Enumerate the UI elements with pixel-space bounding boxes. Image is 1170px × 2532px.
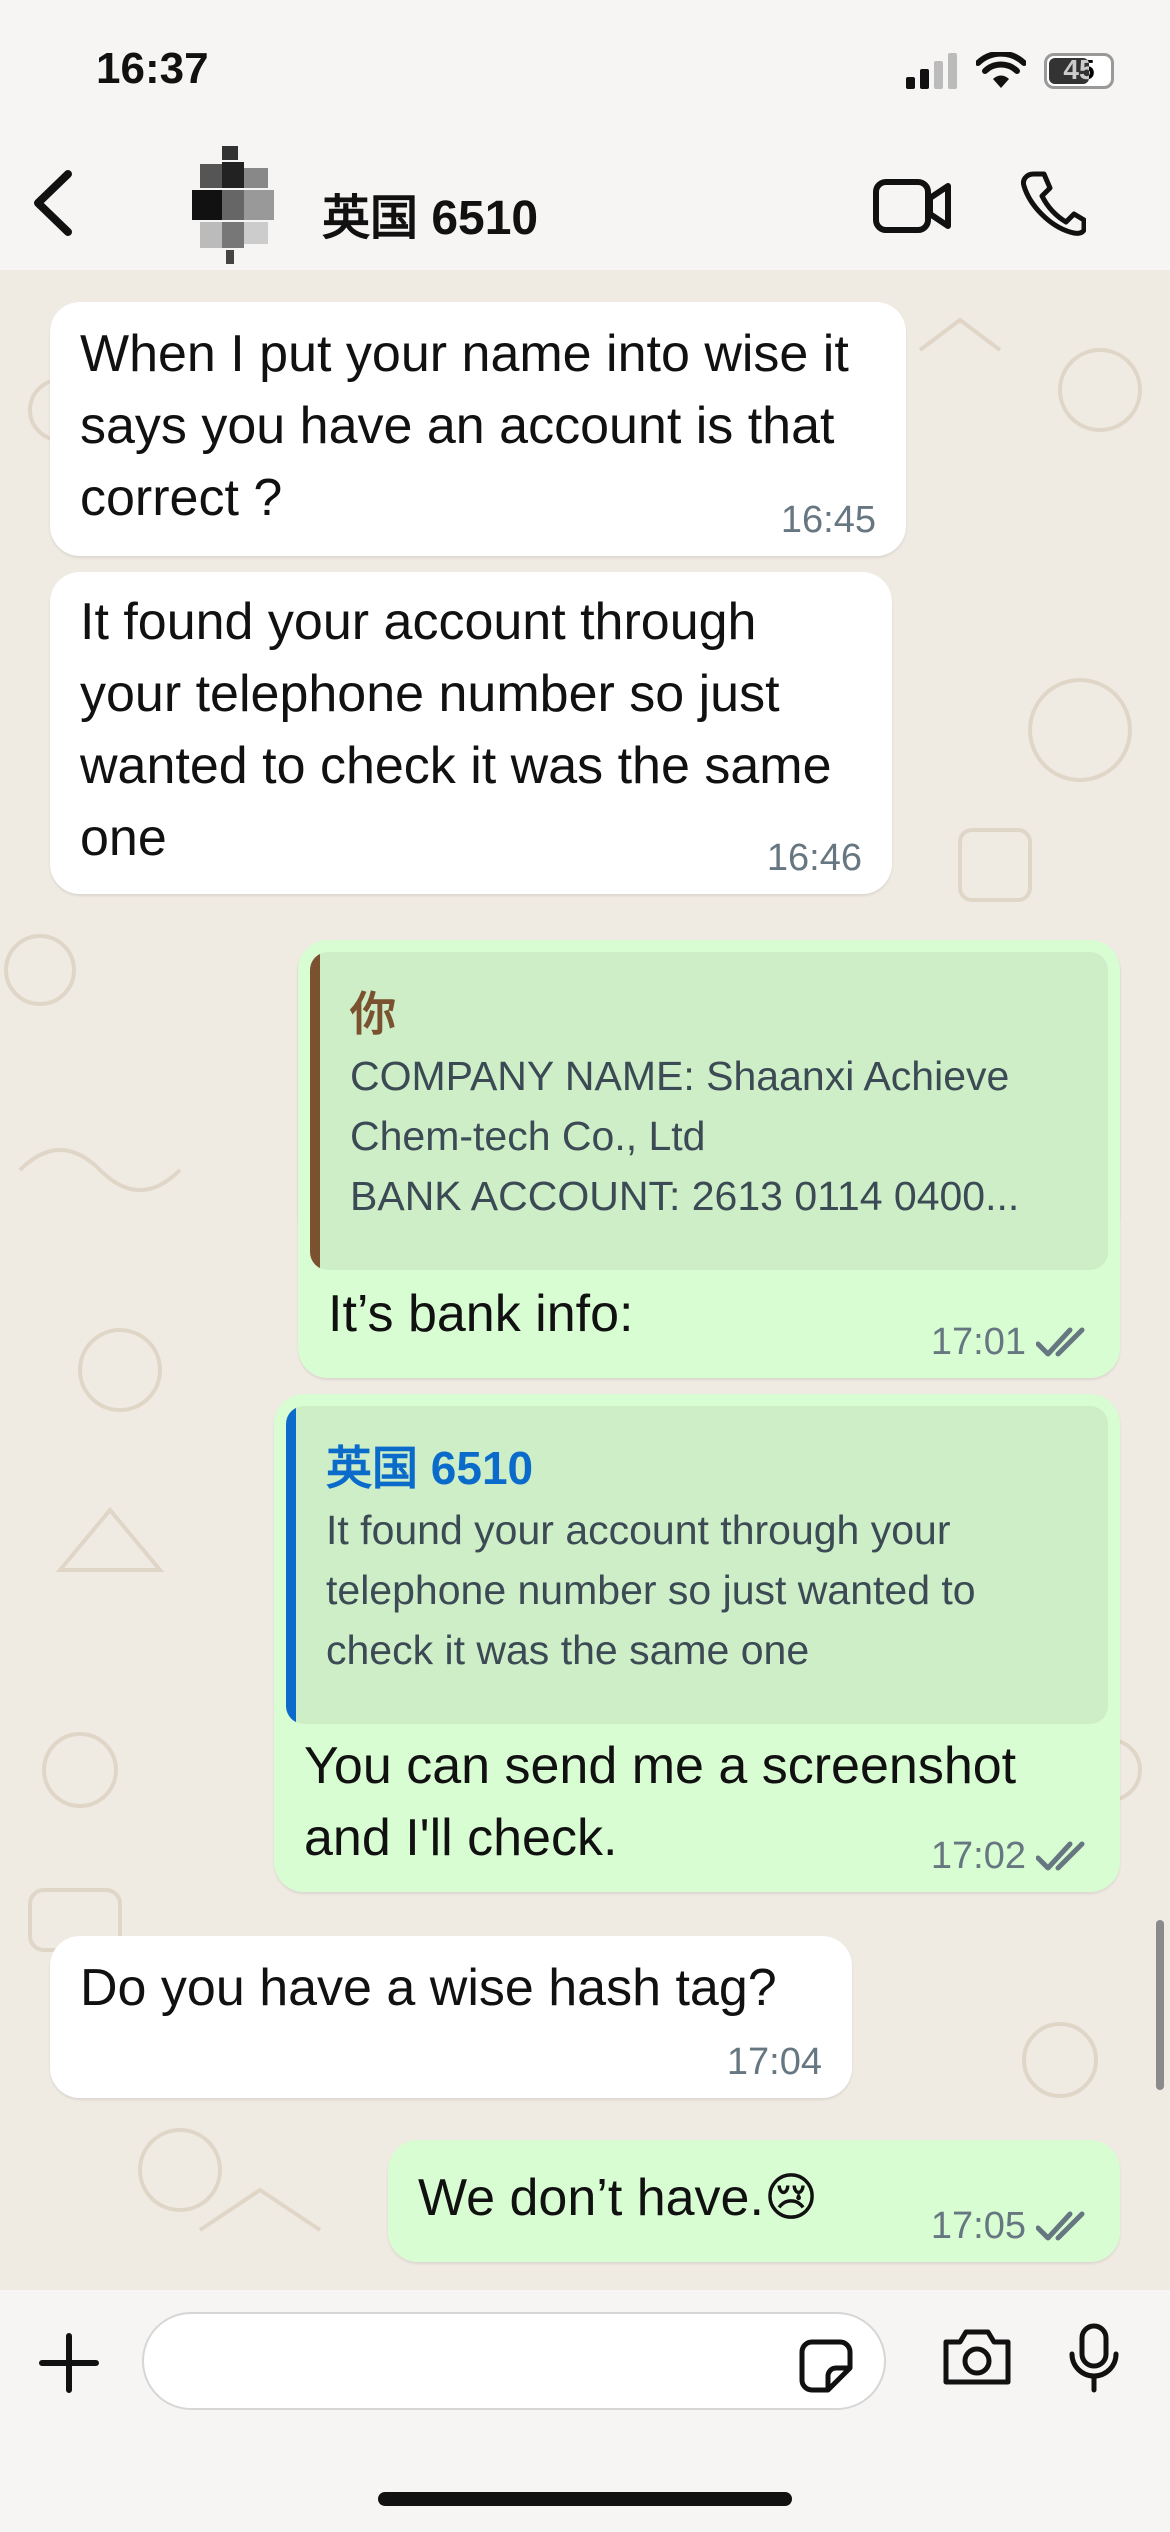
message-time: 17:02 — [930, 1835, 1026, 1877]
message-time: 17:04 — [726, 2041, 822, 2083]
read-ticks-icon — [1036, 1841, 1085, 1871]
quoted-message[interactable]: 英国 6510 It found your account through yo… — [286, 1406, 1108, 1724]
sticker-icon[interactable] — [798, 2338, 854, 2394]
camera-icon[interactable] — [940, 2326, 1014, 2388]
message-text: It found your account through your telep… — [80, 593, 832, 867]
cellular-signal-icon — [906, 53, 957, 89]
status-time: 16:37 — [96, 44, 209, 93]
voice-call-icon[interactable] — [1020, 170, 1086, 236]
quote-line: BANK ACCOUNT: 2613 0114 0400... — [350, 1173, 1020, 1219]
status-icons: 45 — [906, 52, 1114, 90]
message-text: We don’t have.😢 — [418, 2162, 818, 2234]
read-ticks-icon — [1036, 2211, 1085, 2241]
message-time: 17:05 — [930, 2205, 1026, 2247]
battery-level: 45 — [1063, 54, 1095, 85]
message-text: Do you have a wise hash tag? — [80, 1959, 777, 2017]
message-incoming[interactable]: When I put your name into wise it says y… — [50, 302, 906, 556]
message-input-bar — [0, 2290, 1170, 2532]
message-text: When I put your name into wise it says y… — [80, 325, 849, 527]
message-outgoing[interactable]: 英国 6510 It found your account through yo… — [274, 1394, 1120, 1892]
message-time: 17:01 — [930, 1321, 1026, 1363]
quote-bar — [286, 1406, 296, 1724]
chat-header: 英国 6510 — [0, 140, 1170, 271]
quote-line: It found your account through your — [326, 1507, 951, 1553]
message-incoming[interactable]: Do you have a wise hash tag? 17:04 — [50, 1936, 852, 2098]
quote-line: check it was the same one — [326, 1627, 810, 1673]
message-outgoing[interactable]: 你 COMPANY NAME: Shaanxi Achieve Chem-tec… — [298, 940, 1120, 1378]
home-indicator[interactable] — [378, 2492, 792, 2506]
message-incoming[interactable]: It found your account through your telep… — [50, 572, 892, 894]
message-outgoing[interactable]: We don’t have.😢 17:05 — [388, 2140, 1120, 2262]
quote-line: telephone number so just wanted to — [326, 1567, 976, 1613]
mic-icon[interactable] — [1066, 2322, 1122, 2394]
back-icon[interactable] — [24, 168, 84, 238]
quote-author: 你 — [350, 988, 396, 1040]
quoted-message[interactable]: 你 COMPANY NAME: Shaanxi Achieve Chem-tec… — [310, 952, 1108, 1270]
chat-area: When I put your name into wise it says y… — [0, 270, 1170, 2290]
plus-icon[interactable] — [36, 2330, 102, 2396]
quote-author: 英国 6510 — [326, 1442, 534, 1494]
crying-face-emoji: 😢 — [763, 2169, 819, 2227]
battery-icon: 45 — [1044, 53, 1114, 89]
video-call-icon[interactable] — [872, 176, 952, 236]
contact-name[interactable]: 英国 6510 — [322, 178, 538, 248]
avatar[interactable] — [186, 146, 286, 264]
quote-line: Chem-tech Co., Ltd — [350, 1113, 706, 1159]
read-ticks-icon — [1036, 1327, 1085, 1357]
scrollbar[interactable] — [1156, 1920, 1164, 2090]
message-time: 16:46 — [766, 837, 862, 879]
message-input[interactable] — [142, 2312, 886, 2410]
status-bar: 16:37 45 — [0, 0, 1170, 140]
message-text-content: We don’t have. — [418, 2169, 764, 2227]
quote-line: COMPANY NAME: Shaanxi Achieve — [350, 1053, 1010, 1099]
message-time: 16:45 — [780, 499, 876, 541]
quote-bar — [310, 952, 320, 1270]
message-text: It’s bank info: — [328, 1285, 634, 1343]
wifi-icon — [976, 52, 1026, 88]
